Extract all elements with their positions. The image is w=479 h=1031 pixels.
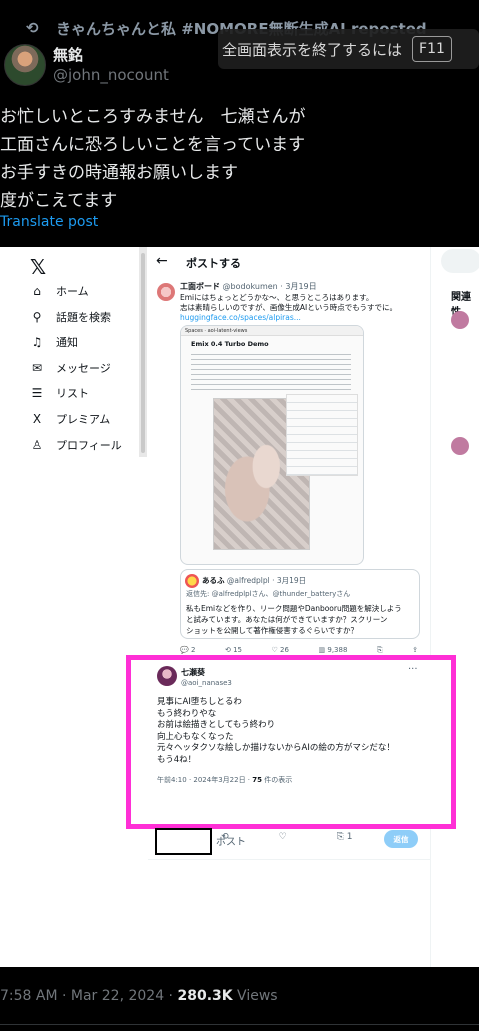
- nav-item-home: ⌂ ホーム: [30, 279, 88, 303]
- divider: [148, 859, 430, 860]
- demo-title: Emix 0.4 Turbo Demo: [191, 340, 269, 348]
- repost-icon: ⟲: [26, 19, 39, 37]
- screenshot-header: ポストする: [186, 257, 241, 270]
- nav-item-lists: ☰ リスト: [31, 386, 89, 400]
- demo-bar: Spaces · aoi-latent-views: [181, 326, 363, 336]
- nav-scrollbar-thumb: [141, 253, 145, 453]
- nav-item-premium: X プレミアム: [30, 407, 110, 431]
- list-icon: ☰: [31, 386, 43, 400]
- bell-icon: ♫: [31, 335, 43, 349]
- home-icon: ⌂: [33, 284, 41, 298]
- divider: [0, 1024, 479, 1025]
- like-icon: ♡: [278, 832, 287, 842]
- quote-author: あるふ @alfredplpl · 3月19日: [202, 576, 307, 585]
- x-premium-icon: X: [32, 412, 42, 426]
- quote-text: 私もEmiなどを作り、リーク問題やDanbooru問題を解決しよう と試みていま…: [186, 604, 402, 635]
- author-handle[interactable]: @john_nocount: [53, 66, 169, 84]
- post-meta: 7:58 AM · Mar 22, 2024 · 280.3K Views: [0, 988, 278, 1004]
- quoted-link: huggingface.co/spaces/alpiras...: [180, 313, 301, 322]
- nanase-avatar: [157, 666, 177, 686]
- column-divider: [430, 247, 431, 967]
- fullscreen-exit-overlay: 全画面表示を終了するには F11: [218, 29, 479, 69]
- related-avatar: [451, 437, 469, 455]
- translate-post-link[interactable]: Translate post: [0, 214, 98, 230]
- post-text: お忙しいところすみません 七瀬さんが 工面さんに恐ろしいことを言っています お手…: [0, 107, 306, 211]
- related-avatar: [451, 311, 469, 329]
- nav-item-notifications: ♫ 通知: [31, 335, 78, 349]
- nanase-name: 七瀬葵: [181, 668, 205, 677]
- quote-avatar: [185, 574, 199, 588]
- demo-description-lines: [191, 350, 351, 390]
- reply-placeholder: ポスト: [216, 837, 246, 848]
- nanase-meta: 午前4:10 · 2024年3月22日 · 75 件の表示: [157, 776, 293, 784]
- demo-preview-card: Spaces · aoi-latent-views Emix 0.4 Turbo…: [180, 325, 364, 565]
- demo-settings-panel: [286, 394, 358, 476]
- more-icon: ···: [408, 664, 418, 675]
- redacted-avatar-box: [155, 828, 212, 855]
- f11-key-hint: F11: [412, 36, 452, 62]
- quoted-author: 工面ボード @bodokumen · 3月19日: [180, 282, 317, 291]
- back-arrow-icon: ←: [156, 253, 168, 269]
- fullscreen-message: 全画面表示を終了するには: [222, 40, 403, 59]
- reply-button: 返信: [384, 830, 418, 848]
- nanase-text: 見事にAI堕ちしとるわ もう終わりやな お前は絵描きとしてもう終わり 向上心もな…: [157, 697, 395, 765]
- search-icon: ⚲: [32, 310, 42, 324]
- quote-reply-to: 返信先: @alfredplplさん、@thunder_batteryさん: [186, 590, 351, 598]
- nav-item-messages: ✉ メッセージ: [31, 361, 111, 375]
- nav-item-explore: ⚲ 話題を検索: [30, 305, 111, 329]
- nanase-handle: @aoi_nanase3: [181, 679, 232, 687]
- mail-icon: ✉: [31, 361, 43, 375]
- quoted-avatar: [157, 283, 175, 301]
- author-name[interactable]: 無銘: [53, 44, 83, 65]
- nav-item-profile: ♙ プロフィール: [31, 438, 122, 452]
- bookmark-count: ⎘ 1: [336, 832, 353, 842]
- search-box: [441, 249, 479, 273]
- author-avatar[interactable]: [4, 44, 46, 86]
- quoted-text: Emiにはちょっとどうかな〜、と思うところはあります。 志は素晴らしいのですが、…: [180, 293, 398, 312]
- attached-screenshot[interactable]: 𝕏 ⌂ ホーム ⚲ 話題を検索 ♫ 通知 ✉ メッセージ ☰ リスト X プレミアム ♙ プロ…: [0, 247, 479, 967]
- person-icon: ♙: [31, 438, 43, 452]
- x-logo-icon: 𝕏: [30, 255, 47, 279]
